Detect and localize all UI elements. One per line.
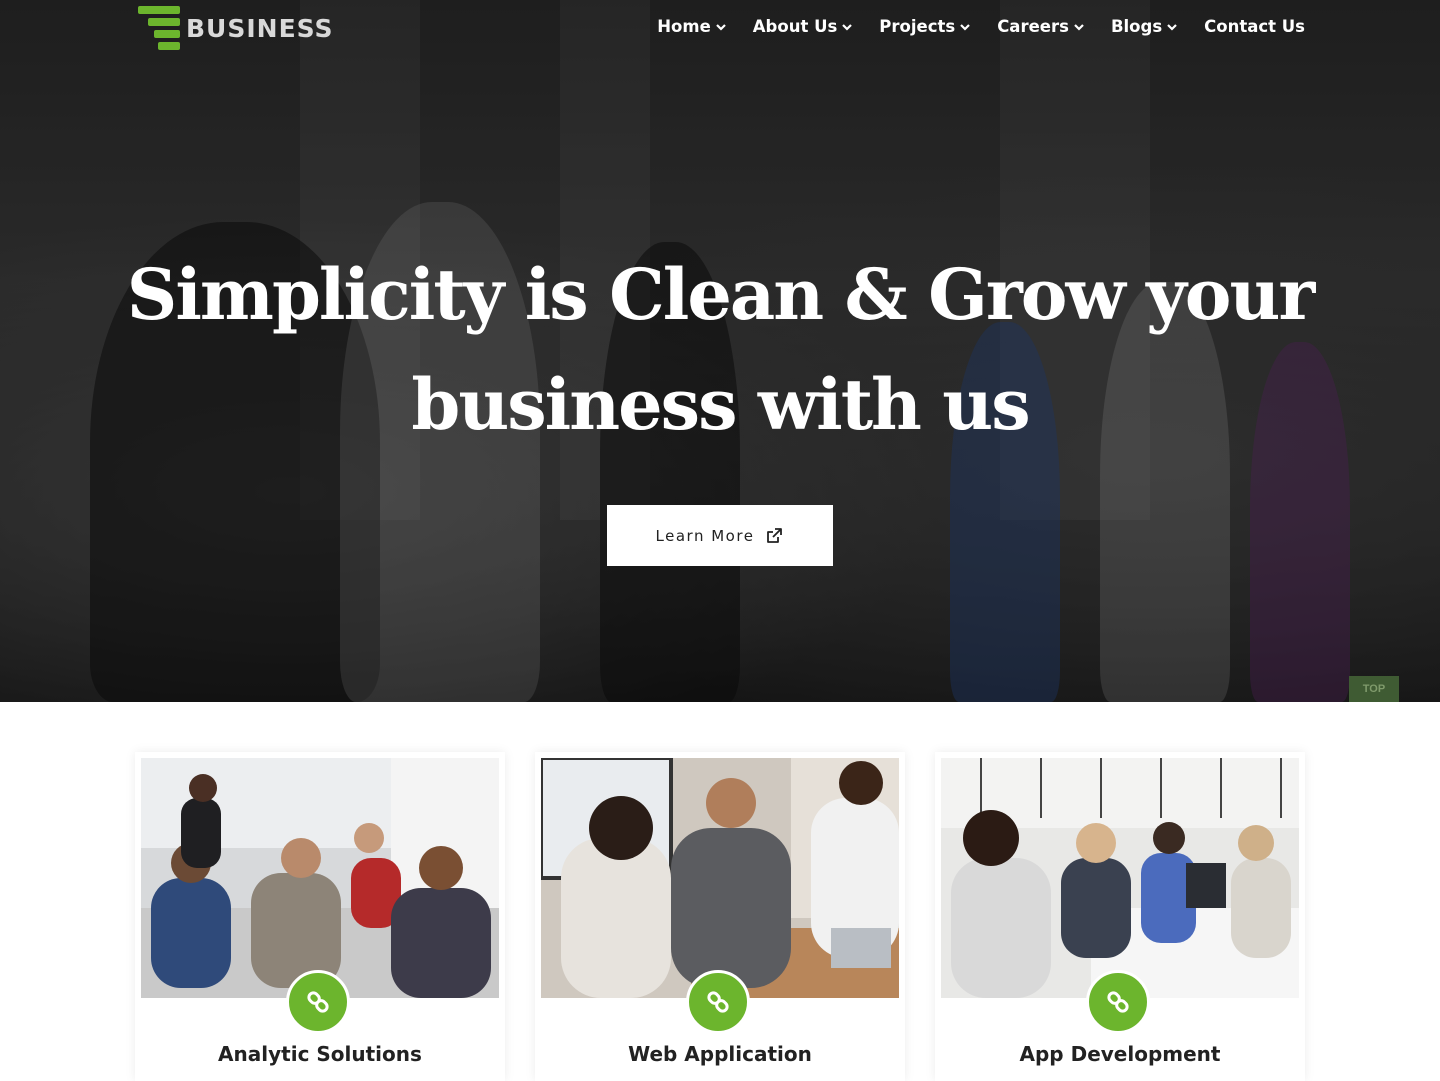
hero-headline: Simplicity is Clean & Grow your business…	[0, 240, 1440, 460]
link-icon-badge	[1086, 970, 1150, 1034]
link-icon-badge	[686, 970, 750, 1034]
chevron-down-icon	[960, 23, 970, 31]
hero-headline-line-1: Simplicity is Clean & Grow your	[126, 253, 1315, 336]
nav-item-label: Contact Us	[1204, 17, 1305, 36]
nav-item-label: Careers	[997, 17, 1069, 36]
nav-item-home[interactable]: Home	[657, 17, 727, 36]
learn-more-button[interactable]: Learn More	[607, 505, 833, 566]
link-icon	[307, 991, 329, 1013]
nav-item-careers[interactable]: Careers	[997, 17, 1085, 36]
card-title: Analytic Solutions	[218, 1042, 422, 1066]
stacked-bars-logo-icon	[138, 6, 184, 54]
brand-logo[interactable]: BUSINESS	[138, 6, 334, 54]
nav-item-label: Projects	[879, 17, 956, 36]
nav-item-blogs[interactable]: Blogs	[1111, 17, 1178, 36]
hero-section: BUSINESS Home About Us Projects Careers …	[0, 0, 1440, 702]
chevron-down-icon	[1074, 23, 1084, 31]
service-card-analytic-solutions[interactable]: Analytic Solutions	[135, 752, 505, 1081]
card-title: App Development	[1019, 1042, 1221, 1066]
hero-headline-line-2: business with us	[411, 363, 1030, 446]
card-title: Web Application	[628, 1042, 812, 1066]
link-icon-badge	[286, 970, 350, 1034]
service-card-app-development[interactable]: App Development	[935, 752, 1305, 1081]
service-card-web-application[interactable]: Web Application	[535, 752, 905, 1081]
card-image	[141, 758, 499, 998]
nav-item-contact-us[interactable]: Contact Us	[1204, 17, 1305, 36]
chevron-down-icon	[1167, 23, 1177, 31]
nav-item-label: About Us	[752, 17, 838, 36]
learn-more-label: Learn More	[655, 526, 755, 545]
scroll-to-top-button[interactable]: TOP	[1349, 676, 1399, 702]
nav-item-label: Blogs	[1110, 17, 1163, 36]
brand-name: BUSINESS	[186, 13, 334, 43]
nav-item-projects[interactable]: Projects	[879, 17, 971, 36]
nav-item-label: Home	[657, 17, 711, 36]
card-image	[541, 758, 899, 998]
link-icon	[707, 991, 729, 1013]
chevron-down-icon	[716, 23, 726, 31]
chevron-down-icon	[842, 23, 853, 31]
main-nav: Home About Us Projects Careers Blogs Con…	[631, 17, 1305, 36]
card-image	[941, 758, 1299, 998]
external-link-icon	[767, 527, 783, 543]
link-icon	[1107, 991, 1129, 1013]
nav-item-about-us[interactable]: About Us	[753, 17, 854, 36]
